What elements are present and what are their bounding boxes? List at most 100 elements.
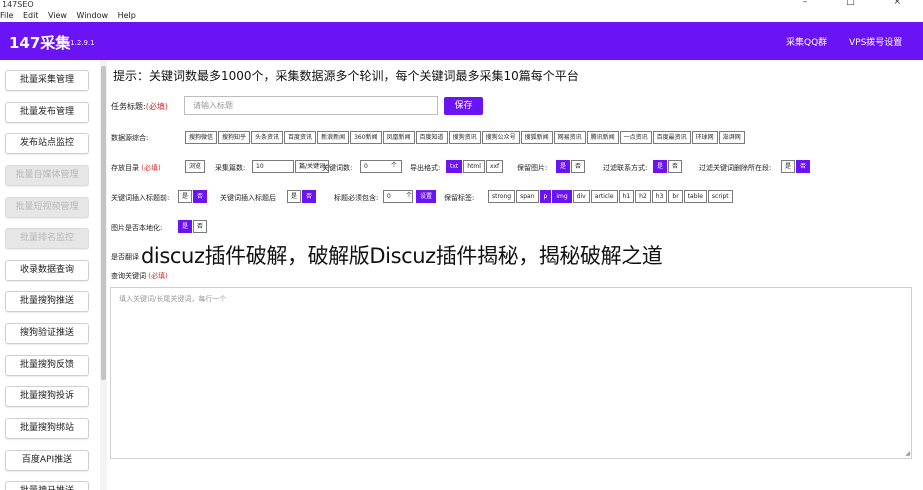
image-localize-option[interactable]: 是	[178, 220, 193, 233]
keep-tag-option[interactable]: p	[539, 190, 552, 203]
source-chip-option[interactable]: 搜狐新闻	[520, 131, 553, 144]
format-option[interactable]: html	[463, 160, 485, 173]
source-chip-option[interactable]: 百度资讯	[284, 131, 317, 144]
task-title-label: 任务标题:(必填)	[111, 101, 168, 112]
dir-label: 存放目录 (必填)	[111, 163, 161, 173]
source-chip-option[interactable]: 搜狗知乎	[218, 131, 251, 144]
source-chip-option[interactable]: 网易资讯	[553, 131, 586, 144]
source-chip-option[interactable]: 搜狗公众号	[481, 131, 520, 144]
keep-tag-option[interactable]: span	[516, 190, 539, 203]
source-chip-option[interactable]: 搜狗微信	[185, 131, 218, 144]
kw-count-group: 0 个	[360, 160, 402, 173]
filter-contact-option[interactable]: 是	[653, 160, 668, 173]
keep-tag-option[interactable]: h2	[635, 190, 651, 203]
keep-tag-option[interactable]: img	[552, 190, 572, 203]
app-version: v1.2.9.1	[66, 39, 95, 47]
sidebar-item-sogou-bind[interactable]: 批量搜狗绑站	[5, 418, 89, 439]
keyword-delete-option[interactable]: 是	[781, 160, 796, 173]
keep-tags-group: strong span p img div article h1 h2 h3 br table scr…	[488, 190, 734, 203]
window-title: 147SEO	[2, 0, 34, 9]
title-must-group: 0 个 设置	[383, 190, 437, 203]
sidebar-item-short-video: 批量短视频管理	[5, 197, 89, 218]
image-localize-option[interactable]: 否	[193, 220, 208, 233]
title-must-unit: 个	[406, 192, 413, 199]
query-keywords-label-text: 查询关键词	[111, 272, 146, 280]
main-panel: 提示：关键词数最多1000个，采集数据源多个轮训，每个关键词最多采集10篇每个平…	[108, 60, 923, 490]
filter-contact-option[interactable]: 否	[668, 160, 683, 173]
format-option[interactable]: xxf	[485, 160, 504, 173]
browse-button[interactable]: 浏览	[185, 160, 206, 173]
sidebar-item-batch-publish[interactable]: 批量发布管理	[5, 102, 89, 123]
keep-image-option[interactable]: 否	[571, 160, 586, 173]
title-must-set-button[interactable]: 设置	[416, 190, 437, 203]
before-title-label: 关键词插入标题前:	[111, 194, 170, 202]
after-title-option[interactable]: 是	[287, 190, 302, 203]
source-chip-option[interactable]: 澎湃网	[718, 131, 745, 144]
menu-view[interactable]: View	[48, 11, 67, 20]
task-title-input[interactable]: 请输入标题	[184, 96, 438, 115]
menu-window[interactable]: Window	[77, 11, 109, 20]
menu-edit[interactable]: Edit	[23, 11, 39, 20]
image-localize-group: 是否	[178, 220, 208, 233]
save-button[interactable]: 保存	[444, 97, 483, 115]
format-option[interactable]: txt	[446, 160, 463, 173]
count-group: 10 篇/关键词	[252, 160, 330, 173]
after-title-option[interactable]: 否	[302, 190, 317, 203]
before-title-option[interactable]: 否	[193, 190, 208, 203]
format-label: 导出格式:	[410, 164, 441, 172]
sidebar-item-sogou-verify[interactable]: 搜狗验证推送	[5, 323, 89, 344]
kw-count-unit: 个	[391, 162, 398, 169]
query-keywords-label: 查询关键词 (必填)	[111, 271, 168, 281]
menu-bar: File Edit View Window Help	[0, 9, 923, 22]
source-chip-option[interactable]: 360新闻	[350, 131, 382, 144]
keep-tag-option[interactable]: strong	[488, 190, 516, 203]
keyword-delete-group: 是否	[781, 160, 811, 173]
qq-group-link[interactable]: 采集QQ群	[786, 35, 827, 48]
source-chip-option[interactable]: 腾讯新闻	[586, 131, 619, 144]
keep-tag-option[interactable]: article	[590, 190, 618, 203]
source-chip-option[interactable]: 环球网	[691, 131, 718, 144]
hint-text: 提示：关键词数最多1000个，采集数据源多个轮训，每个关键词最多采集10篇每个平…	[113, 69, 579, 83]
sidebar-item-sogou-push[interactable]: 批量搜狗推送	[5, 291, 89, 312]
sidebar-item-shenma-push[interactable]: 批量神马推送	[5, 481, 89, 490]
window-titlebar: 147SEO – □ ×	[0, 0, 923, 9]
query-keywords-required: (必填)	[148, 272, 168, 280]
after-title-group: 是否	[287, 190, 317, 203]
keyword-delete-option[interactable]: 否	[796, 160, 811, 173]
keep-tag-option[interactable]: script	[707, 190, 733, 203]
query-keywords-textarea[interactable]: 填入关键词/长尾关键词，每行一个 ◢	[110, 287, 912, 459]
source-chip-option[interactable]: 头条资讯	[251, 131, 284, 144]
sidebar-item-batch-collect[interactable]: 批量采集管理	[5, 70, 89, 91]
source-chip-option[interactable]: 搜狗资讯	[448, 131, 481, 144]
keyword-delete-label: 过滤关键词删除所在段:	[699, 164, 772, 172]
dir-required: (必填)	[141, 164, 161, 172]
keep-tag-option[interactable]: h1	[618, 190, 635, 203]
sidebar-item-baidu-api[interactable]: 百度API推送	[5, 450, 89, 471]
source-chip-option[interactable]: 百度最资讯	[652, 131, 691, 144]
keep-tag-option[interactable]: br	[668, 190, 683, 203]
keep-image-option[interactable]: 是	[556, 160, 571, 173]
resize-grip-icon[interactable]: ◢	[905, 450, 910, 457]
count-input[interactable]: 10	[252, 160, 294, 173]
sidebar-item-sogou-complaint[interactable]: 批量搜狗投诉	[5, 386, 89, 407]
window-controls[interactable]: – □ ×	[803, 0, 919, 7]
keep-tag-option[interactable]: div	[572, 190, 590, 203]
before-title-option[interactable]: 是	[178, 190, 193, 203]
task-title-required: (必填)	[145, 102, 168, 111]
image-localize-label: 图片是否本地化:	[111, 224, 163, 232]
app-header: 147采集 v1.2.9.1 采集QQ群 VPS拨号设置	[0, 22, 923, 60]
sidebar-scroll-thumb[interactable]	[101, 66, 106, 380]
menu-help[interactable]: Help	[118, 11, 136, 20]
source-chip-option[interactable]: 凤凰新闻	[382, 131, 415, 144]
watermark-overlay: discuz插件破解，破解版Discuz插件揭秘，揭秘破解之道	[141, 244, 663, 268]
source-chip-option[interactable]: 百度知道	[415, 131, 448, 144]
keep-tag-option[interactable]: table	[683, 190, 707, 203]
menu-file[interactable]: File	[0, 11, 13, 20]
sidebar-item-sogou-feedback[interactable]: 批量搜狗反馈	[5, 355, 89, 376]
vps-dial-settings-link[interactable]: VPS拨号设置	[849, 35, 902, 48]
keep-tag-option[interactable]: h3	[651, 190, 668, 203]
source-chip-option[interactable]: 一点资讯	[619, 131, 652, 144]
sidebar-item-index-query[interactable]: 收录数据查询	[5, 260, 89, 281]
sidebar-item-site-monitor[interactable]: 发布站点监控	[5, 133, 89, 154]
source-chip-option[interactable]: 新浪新闻	[317, 131, 350, 144]
